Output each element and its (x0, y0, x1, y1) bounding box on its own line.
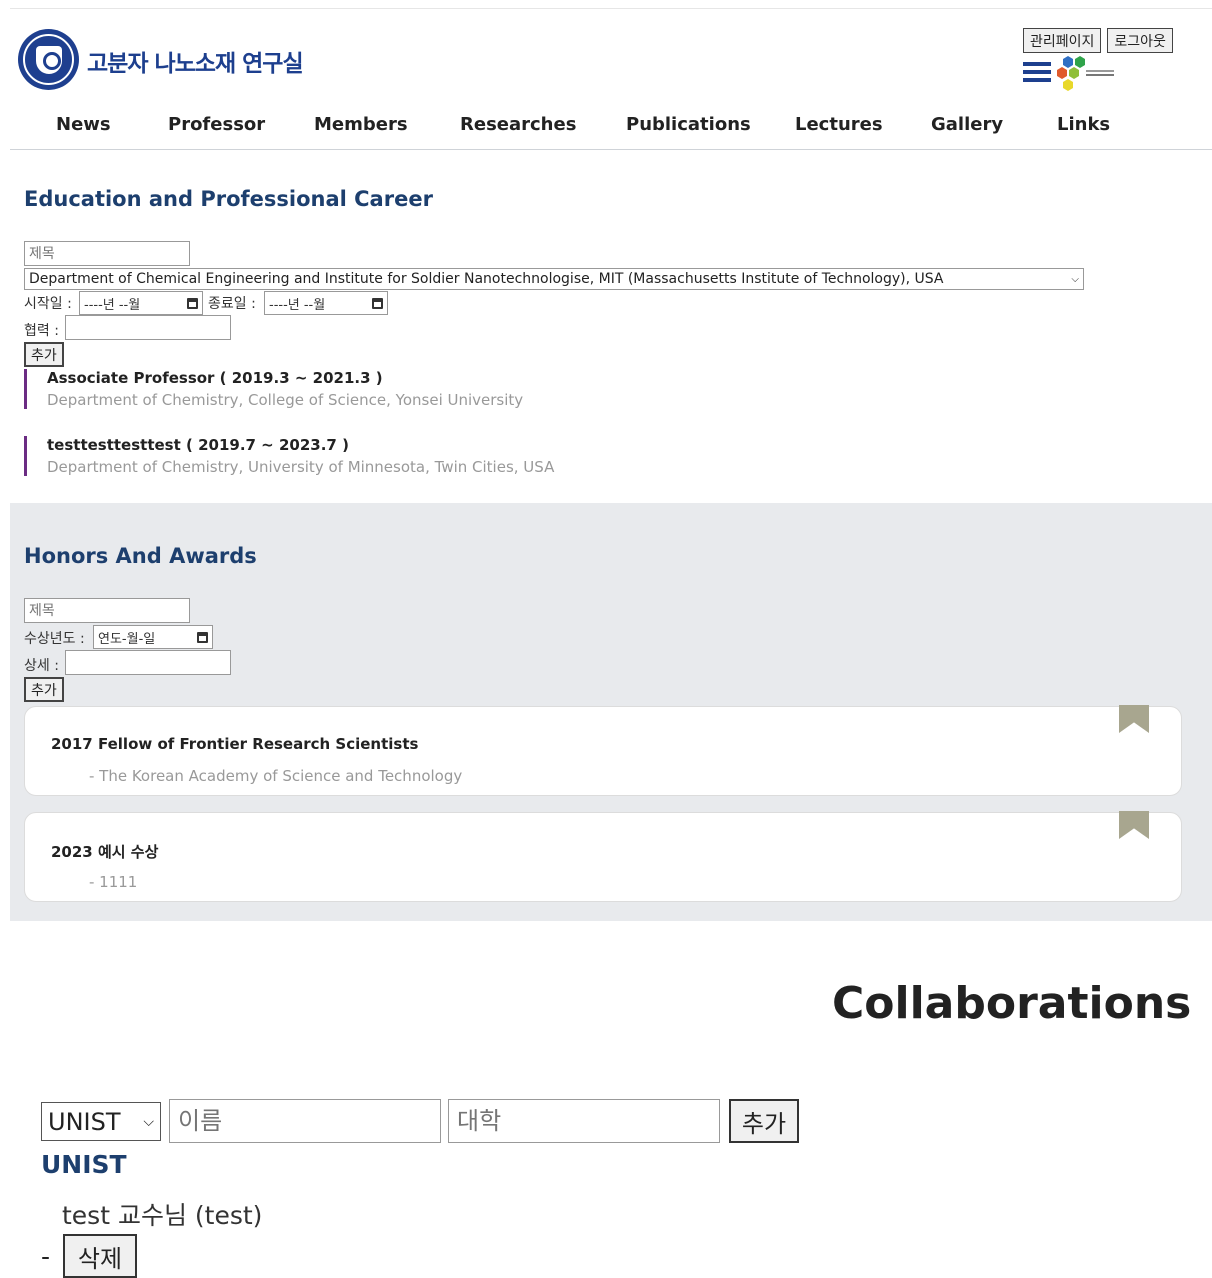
calendar-icon[interactable] (187, 297, 198, 309)
nav-publications[interactable]: Publications (626, 114, 751, 135)
chevron-down-icon: ⌵ (143, 1113, 154, 1130)
menu-icon[interactable] (1023, 62, 1051, 82)
nav-links[interactable]: Links (1057, 114, 1110, 135)
collab-member: test 교수님 (test) (62, 1201, 263, 1230)
bookmark-icon (1119, 705, 1149, 733)
career-entry: Associate Professor ( 2019.3 ~ 2021.3 ) … (24, 369, 523, 409)
award-detail-input[interactable] (65, 650, 231, 675)
award-add-button[interactable]: 추가 (24, 677, 64, 702)
career-title-input[interactable] (24, 241, 190, 266)
collab-name-input[interactable] (169, 1099, 441, 1143)
collab-univ-input[interactable] (448, 1099, 720, 1143)
end-date-input[interactable]: ----년 --월 (264, 291, 388, 315)
start-date-input[interactable]: ----년 --월 (79, 291, 203, 315)
end-date-label: 종료일 : (208, 296, 256, 312)
admin-page-button[interactable]: 관리페이지 (1023, 28, 1102, 53)
nav-professor[interactable]: Professor (168, 114, 265, 135)
award-year-label: 수상년도 : (24, 631, 85, 647)
admin-buttons: 관리페이지 로그아웃 (1023, 28, 1173, 53)
award-title: 2023 예시 수상 (51, 843, 159, 861)
calendar-icon[interactable] (372, 297, 383, 309)
honors-heading: Honors And Awards (24, 544, 257, 568)
lab-logo (1057, 56, 1114, 91)
top-divider (10, 8, 1212, 9)
nav-gallery[interactable]: Gallery (931, 114, 1003, 135)
career-entry-title: Associate Professor ( 2019.3 ~ 2021.3 ) (47, 369, 383, 387)
career-add-button[interactable]: 추가 (24, 342, 64, 367)
collab-add-button[interactable]: 추가 (729, 1099, 799, 1143)
collab-group-heading: UNIST (41, 1150, 127, 1179)
career-entry: testtesttesttest ( 2019.7 ~ 2023.7 ) Dep… (24, 436, 554, 476)
calendar-icon[interactable] (197, 631, 208, 643)
collaborations-heading: Collaborations (832, 978, 1192, 1029)
career-entry-desc: Department of Chemistry, University of M… (47, 458, 555, 476)
award-year-value: 연도-월-일 (98, 631, 156, 647)
award-detail-label: 상세 : (24, 658, 59, 674)
institution-select[interactable]: Department of Chemical Engineering and I… (24, 268, 1084, 290)
logout-button[interactable]: 로그아웃 (1107, 28, 1173, 53)
lab-title[interactable]: 고분자 나노소재 연구실 (87, 44, 304, 78)
collab-dash: - (41, 1242, 51, 1271)
award-card: 2017 Fellow of Frontier Research Scienti… (24, 705, 1182, 796)
career-entry-title: testtesttesttest ( 2019.7 ~ 2023.7 ) (47, 436, 349, 454)
award-year-input[interactable]: 연도-월-일 (93, 625, 213, 649)
education-heading: Education and Professional Career (24, 187, 433, 211)
chevron-down-icon: ⌵ (1071, 273, 1079, 285)
nav-lectures[interactable]: Lectures (795, 114, 883, 135)
start-date-value: ----년 --월 (84, 297, 141, 313)
university-select[interactable]: UNIST ⌵ (41, 1102, 161, 1141)
award-desc: - The Korean Academy of Science and Tech… (89, 767, 463, 785)
career-entry-desc: Department of Chemistry, College of Scie… (47, 391, 524, 409)
nav-researches[interactable]: Researches (460, 114, 576, 135)
end-date-value: ----년 --월 (269, 297, 326, 313)
nav-members[interactable]: Members (314, 114, 408, 135)
institution-selected: Department of Chemical Engineering and I… (29, 271, 944, 287)
bookmark-icon (1119, 811, 1149, 839)
nav-news[interactable]: News (56, 114, 111, 135)
main-nav: News Professor Members Researches Public… (10, 102, 1212, 150)
award-title-input[interactable] (24, 598, 190, 623)
collab-input[interactable] (65, 315, 231, 340)
university-logo[interactable] (18, 29, 79, 90)
collab-delete-button[interactable]: 삭제 (63, 1234, 137, 1278)
award-title: 2017 Fellow of Frontier Research Scienti… (51, 735, 419, 753)
university-selected: UNIST (48, 1107, 121, 1136)
collab-label: 협력 : (24, 323, 59, 339)
award-desc: - 1111 (89, 873, 138, 891)
start-date-label: 시작일 : (24, 296, 72, 312)
award-card: 2023 예시 수상 - 1111 (24, 811, 1182, 902)
